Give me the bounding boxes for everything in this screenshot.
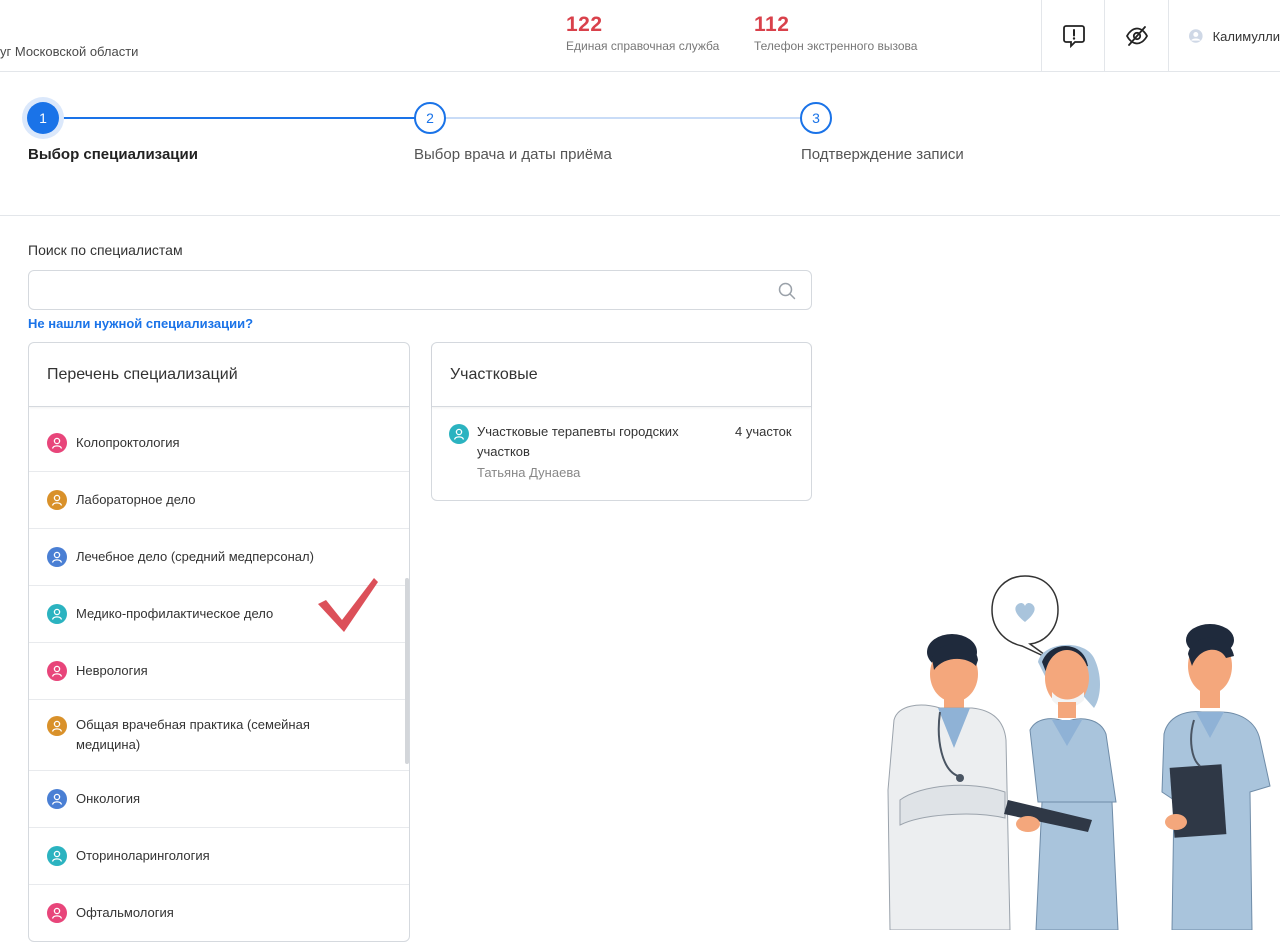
- avatar: [1189, 29, 1203, 43]
- user-name: Калимулли: [1212, 28, 1280, 44]
- spec-label: Медико-профилактическое дело: [76, 606, 274, 621]
- doctor-avatar-icon: [47, 846, 67, 866]
- eye-off-icon: [1125, 26, 1148, 46]
- spec-label: Онкология: [76, 791, 141, 806]
- low-vision-button[interactable]: [1104, 0, 1168, 72]
- spec-label: Общая врачебная практика (семейная медиц…: [76, 717, 310, 752]
- spec-item[interactable]: Неврология: [29, 643, 409, 700]
- doctor-avatar-icon: [47, 547, 67, 567]
- hotline-number: 112: [754, 13, 790, 36]
- hotline-112[interactable]: 112 Телефон экстренного вызова: [754, 12, 917, 53]
- specializations-panel: Перечень специализаций Колопроктология Л…: [28, 342, 410, 942]
- not-found-link[interactable]: Не нашли нужной специализации?: [28, 316, 253, 331]
- district-count: 4 участок: [735, 424, 792, 439]
- doctor-avatar-icon: [47, 490, 67, 510]
- spec-item[interactable]: Лабораторное дело: [29, 472, 409, 529]
- search-field: [28, 270, 812, 310]
- hotline-caption: Телефон экстренного вызова: [754, 39, 918, 53]
- list-scrollbar[interactable]: [405, 578, 409, 764]
- search-label: Поиск по специалистам: [28, 242, 183, 258]
- specializations-title: Перечень специализаций: [29, 343, 409, 407]
- specializations-list: Колопроктология Лабораторное дело Лечебн…: [29, 415, 409, 941]
- spec-item[interactable]: Онкология: [29, 771, 409, 828]
- hotline-number: 122: [566, 13, 603, 36]
- hotline-122[interactable]: 122 Единая справочная служба: [566, 12, 719, 53]
- search-icon[interactable]: [777, 281, 797, 301]
- step-2-label: Выбор врача и даты приёма: [414, 146, 612, 163]
- step-3-label: Подтверждение записи: [801, 146, 964, 163]
- doctors-illustration: [887, 575, 1271, 930]
- portal-title: уг Московской области: [0, 44, 139, 59]
- spec-label: Неврология: [76, 663, 148, 678]
- top-header: уг Московской области 122 Единая справоч…: [0, 0, 1280, 72]
- step-connector: [444, 117, 802, 119]
- district-item-title: Участковые терапевты городских участков: [477, 424, 679, 459]
- step-1-label: Выбор специализации: [28, 146, 198, 163]
- search-input[interactable]: [29, 271, 749, 309]
- nurse-figure: [1004, 644, 1119, 930]
- spec-label: Лабораторное дело: [76, 492, 196, 507]
- doctor-figure: [1161, 624, 1271, 930]
- step-2-indicator: 2: [414, 102, 446, 134]
- district-title: Участковые: [432, 343, 811, 407]
- district-doctor-name: Татьяна Дунаева: [477, 465, 581, 480]
- spec-item[interactable]: Оториноларингология: [29, 828, 409, 885]
- feedback-icon: [1062, 25, 1085, 48]
- user-menu[interactable]: Калимулли: [1168, 0, 1280, 72]
- step-3-indicator: 3: [800, 102, 832, 134]
- spec-label: Колопроктология: [76, 435, 180, 450]
- step-connector: [58, 117, 416, 119]
- speech-bubble-heart-icon: [991, 575, 1059, 661]
- feedback-button[interactable]: [1041, 0, 1105, 72]
- spec-item[interactable]: Колопроктология: [29, 415, 409, 472]
- stepper: 1 2 3 Выбор специализации Выбор врача и …: [0, 72, 1280, 216]
- doctor-avatar-icon: [47, 789, 67, 809]
- spec-label: Лечебное дело (средний медперсонал): [76, 549, 314, 564]
- doctor-avatar-icon: [47, 433, 67, 453]
- spec-label: Оториноларингология: [76, 848, 210, 863]
- spec-item[interactable]: Общая врачебная практика (семейная медиц…: [29, 700, 409, 771]
- doctor-avatar-icon: [47, 903, 67, 923]
- spec-label: Офтальмология: [76, 905, 174, 920]
- doctor-avatar-icon: [47, 716, 67, 736]
- doctor-avatar-icon: [449, 424, 469, 444]
- district-item[interactable]: Участковые терапевты городских участков …: [431, 406, 812, 500]
- spec-item[interactable]: Офтальмология: [29, 885, 409, 941]
- step-1-indicator: 1: [27, 102, 59, 134]
- doctor-avatar-icon: [47, 661, 67, 681]
- hotline-caption: Единая справочная служба: [566, 39, 720, 53]
- checkmark-icon: [318, 578, 378, 632]
- doctor-figure: [887, 634, 1011, 930]
- doctor-avatar-icon: [47, 604, 67, 624]
